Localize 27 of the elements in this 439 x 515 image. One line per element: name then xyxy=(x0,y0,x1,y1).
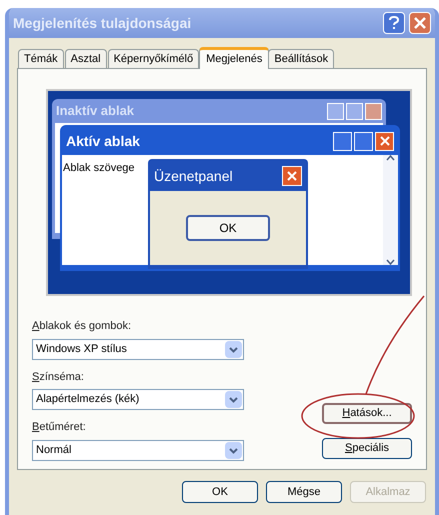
inactive-window-title: Inaktív ablak xyxy=(56,102,136,120)
dropdown[interactable]: Alapértelmezés (kék) xyxy=(32,389,244,410)
field-label: Színséma: xyxy=(32,370,85,384)
dropdown[interactable]: Windows XP stílus xyxy=(32,338,244,360)
tab[interactable]: Beállítások xyxy=(268,49,334,68)
close-icon xyxy=(287,171,297,181)
action-button[interactable]: Speciális xyxy=(322,438,412,458)
tab[interactable]: Megjelenés xyxy=(199,47,270,69)
active-window-title: Aktív ablak xyxy=(66,132,141,150)
field-label: Betűméret: xyxy=(32,420,87,435)
window-text: Ablak szövege xyxy=(62,162,135,176)
field-label: Ablakok és gombok: xyxy=(32,319,132,334)
message-box-title: Üzenetpanel xyxy=(154,166,234,186)
help-icon xyxy=(389,16,399,30)
window-title: Megjelenítés tulajdonságai xyxy=(13,14,192,33)
action-button[interactable]: Hatások... xyxy=(322,402,412,424)
close-icon xyxy=(414,17,426,29)
ok-button[interactable]: OK xyxy=(186,215,270,241)
close-icon xyxy=(380,136,390,146)
tab[interactable]: Asztal xyxy=(64,49,107,68)
dialog-button[interactable]: OK xyxy=(182,481,258,503)
tab[interactable]: Képernyőkímélő xyxy=(108,49,200,68)
dialog-button[interactable]: Mégse xyxy=(266,481,342,503)
dropdown[interactable]: Normál xyxy=(32,440,244,460)
close-button[interactable] xyxy=(409,12,431,34)
tab[interactable]: Témák xyxy=(18,49,64,68)
help-button[interactable] xyxy=(383,12,405,34)
